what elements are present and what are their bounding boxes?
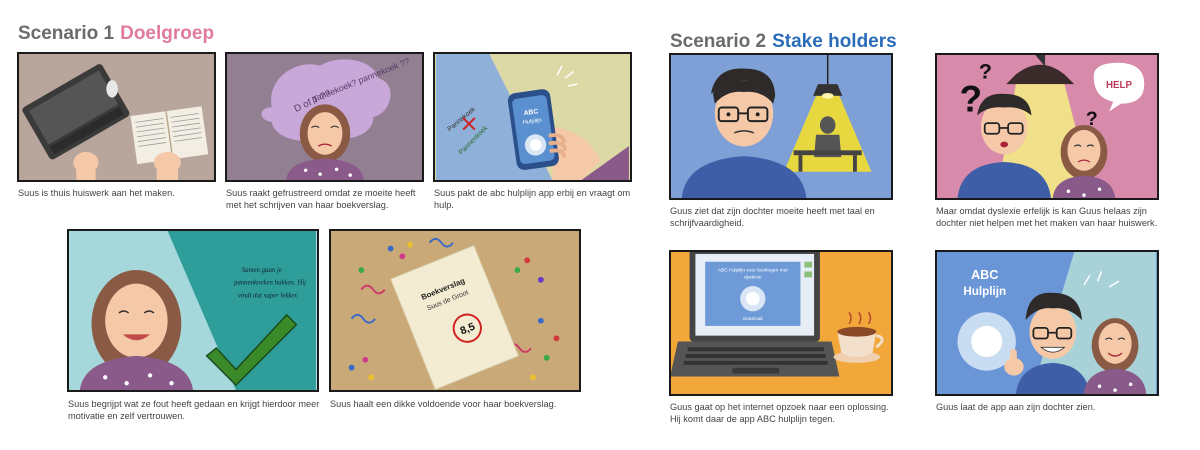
scenario-1-number: Scenario 1: [18, 23, 115, 44]
scenario-1-heading: Scenario 1 Doelgroep: [18, 23, 214, 45]
caption-panel-9: Guus laat de app aan zijn dochter zien.: [936, 402, 1096, 412]
note-line-1: Samen gaan je: [242, 267, 282, 274]
caption-panel-6: Guus ziet dat zijn dochter moeite heeft …: [670, 206, 875, 228]
illustration-report: Boekverslag Suus de Groot 8,5: [332, 231, 578, 390]
illustration-frustrated: D of T ?? pannekoek? pannekoek ?? Dt: [228, 54, 421, 180]
panel-dad-worried: [669, 53, 893, 200]
question-mark-2: ?: [979, 59, 992, 83]
panel-report-grade: Boekverslag Suus de Groot 8,5: [329, 229, 581, 392]
panel-homework-desk: [17, 52, 216, 182]
note-line-3: vindt dat super lekker.: [238, 292, 298, 299]
app-name-hulplijn: Hulplijn: [963, 285, 1006, 298]
panel-phone-app: Pannekoek Pannenkoek ABC Hulplijn: [433, 52, 632, 182]
illustration-laptop: ABC Hulplijn voor leerlingen met dyslexi…: [671, 252, 890, 394]
scenario-2-label: Stake holders: [772, 31, 897, 52]
caption-panel-1: Suus is thuis huiswerk aan het maken.: [18, 188, 175, 198]
caption-panel-2: Suus raakt gefrustreerd omdat ze moeite …: [226, 188, 416, 210]
caption-panel-8: Guus gaat op het internet opzoek naar ee…: [670, 402, 889, 424]
screen-title-line-1: ABC Hulplijn voor leerlingen met: [718, 267, 789, 273]
screen-title-line-2: dyslexie: [744, 274, 762, 280]
illustration-help: ? ? ? HELP: [938, 55, 1156, 198]
caption-panel-3: Suus pakt de abc hulplijn app erbij en v…: [434, 188, 631, 210]
panel-laptop-search: ABC Hulplijn voor leerlingen met dyslexi…: [669, 250, 893, 396]
panel-frustrated-girl: D of T ?? pannekoek? pannekoek ?? Dt: [225, 52, 424, 182]
panel-dad-shows-app: ABC Hulplijn: [935, 250, 1159, 396]
illustration-checkmark: Samen gaan je pannenkoeken bakken. Hij v…: [70, 231, 316, 390]
app-name-abc: ABC: [971, 268, 998, 282]
panel-dad-daughter-help: ? ? ? HELP: [935, 53, 1159, 200]
scenario-2-heading: Scenario 2 Stake holders: [670, 31, 897, 53]
illustration-desk: [20, 54, 213, 180]
caption-panel-4: Suus begrijpt wat ze fout heeft gedaan e…: [68, 399, 320, 421]
illustration-show-app: ABC Hulplijn: [938, 252, 1156, 394]
caption-panel-7: Maar omdat dyslexie erfelijk is kan Guus…: [936, 206, 1158, 228]
illustration-dad-lamp: [672, 55, 890, 198]
note-line-2: pannenkoeken bakken. Hij: [233, 280, 306, 287]
help-text: HELP: [1106, 80, 1132, 91]
illustration-phone: Pannekoek Pannenkoek ABC Hulplijn: [436, 54, 629, 180]
scenario-2-number: Scenario 2: [670, 31, 767, 52]
caption-panel-5: Suus haalt een dikke voldoende voor haar…: [330, 399, 557, 409]
panel-happy-girl: Samen gaan je pannenkoeken bakken. Hij v…: [67, 229, 319, 392]
scenario-1-label: Doelgroep: [120, 23, 215, 44]
screen-download-label: Download: [743, 316, 763, 321]
